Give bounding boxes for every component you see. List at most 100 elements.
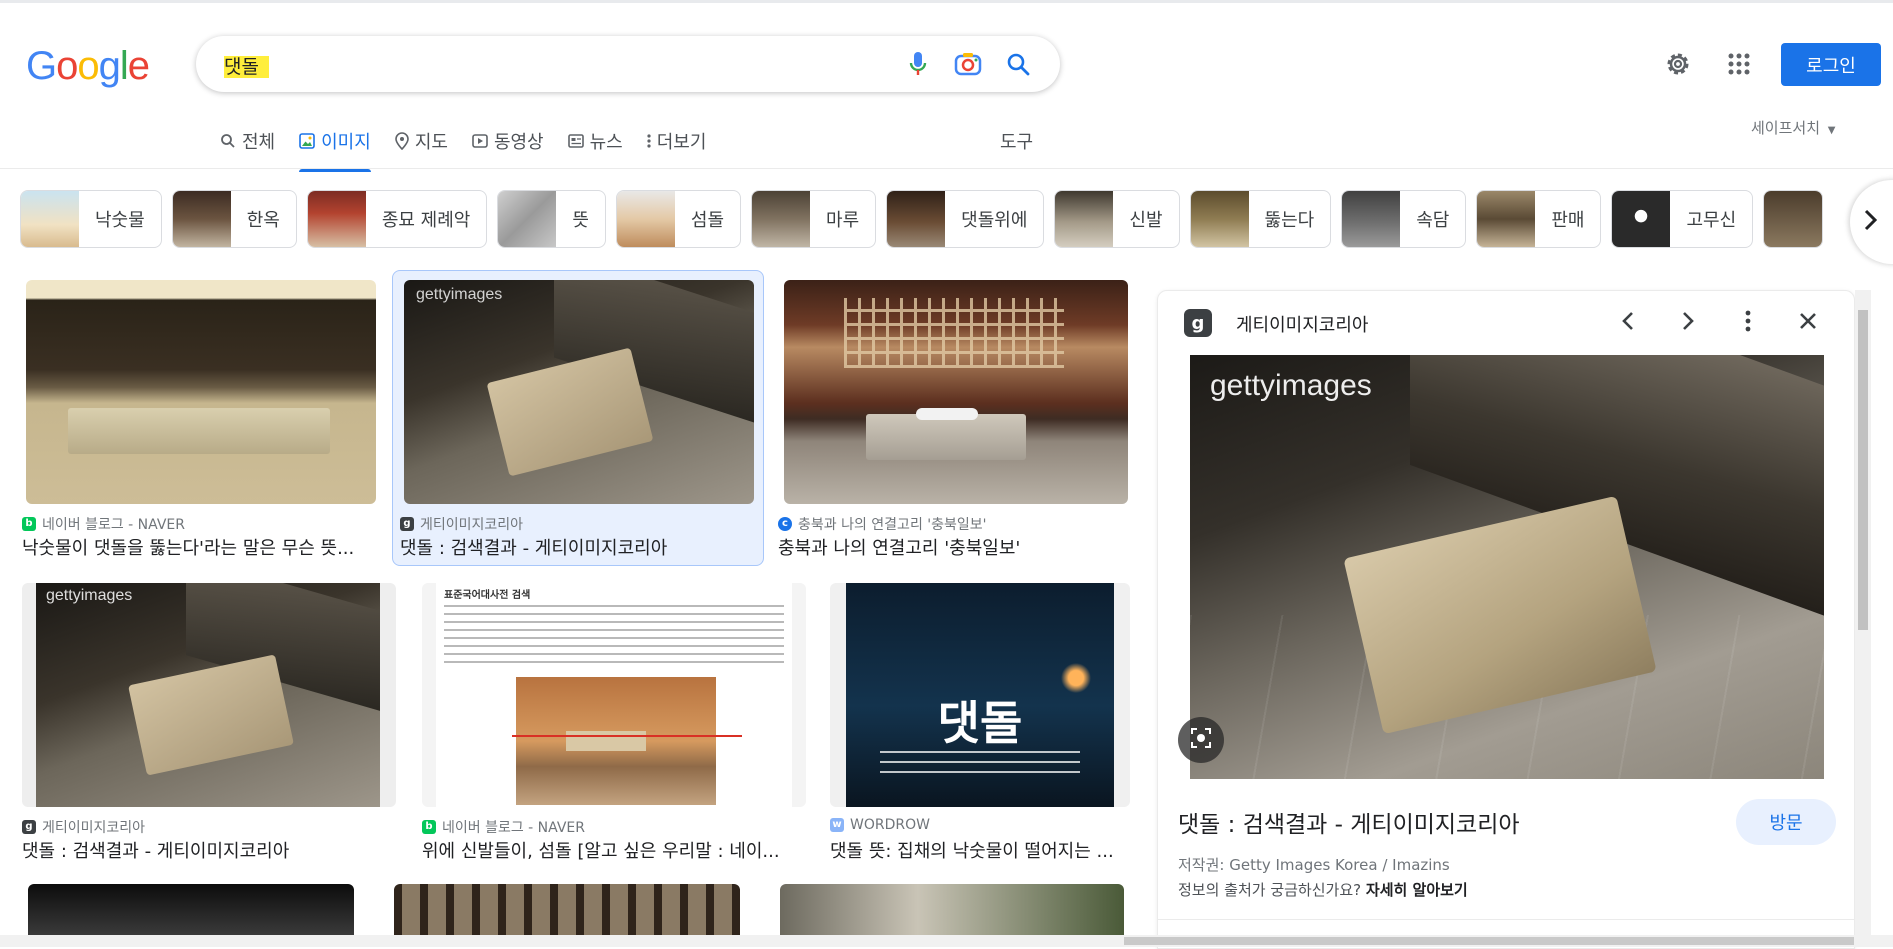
chip-label: 낙숫물 — [95, 210, 145, 231]
chip[interactable]: 신발 — [1054, 190, 1180, 248]
image-result[interactable]: 표준국어대사전 검색 b 네이버 블로그 - NAVER 위에 신발들이, 섬돌 … — [422, 583, 806, 863]
result-thumbnail[interactable]: 표준국어대사전 검색 — [422, 583, 806, 807]
search-box[interactable]: 댓돌 — [196, 36, 1060, 92]
image-result[interactable]: 댓돌 w WORDROW 댓돌 뜻: 집채의 낙숫물이 떨어지는 ... — [830, 583, 1130, 863]
result-source[interactable]: c 충북과 나의 연결고리 '충북일보' — [778, 514, 987, 534]
tab-label: 더보기 — [656, 132, 707, 153]
learn-more-link[interactable]: 자세히 알아보기 — [1366, 881, 1468, 899]
result-source[interactable]: g 게티이미지코리아 — [400, 514, 523, 534]
tab-more[interactable]: 더보기 — [647, 126, 707, 156]
result-thumbnail[interactable]: gettyimages — [404, 280, 754, 504]
safesearch-label: 세이프서치 — [1751, 119, 1821, 137]
image-icon — [299, 133, 315, 149]
image-result[interactable]: gettyimages g 게티이미지코리아 댓돌 : 검색결과 - 게티이미지코… — [400, 280, 756, 560]
text-lines — [444, 605, 784, 667]
panel-title[interactable]: 댓돌 : 검색결과 - 게티이미지코리아 — [1178, 805, 1520, 839]
result-thumbnail[interactable]: 댓돌 — [830, 583, 1130, 807]
chip-label: 섬돌 — [690, 210, 725, 231]
chip[interactable]: 뜻 — [497, 190, 606, 248]
camera-icon[interactable] — [952, 48, 984, 80]
search-icon[interactable] — [1002, 48, 1034, 80]
result-thumbnail[interactable] — [784, 280, 1128, 504]
visit-button[interactable]: 방문 — [1736, 799, 1836, 845]
chip[interactable]: 판매 — [1476, 190, 1602, 248]
chip[interactable]: 고무신 — [1611, 190, 1754, 248]
result-title[interactable]: 충북과 나의 연결고리 '충북일보' — [778, 534, 1128, 560]
watermark: gettyimages — [1210, 369, 1372, 402]
result-thumbnail-partial[interactable] — [394, 884, 740, 936]
preview-image[interactable]: gettyimages — [1190, 355, 1824, 779]
wordrow-icon: w — [830, 818, 844, 832]
prev-button[interactable] — [1610, 305, 1646, 341]
annotation-line — [512, 735, 742, 737]
chip[interactable]: 낙숫물 — [20, 190, 162, 248]
logo-letter: e — [127, 44, 150, 88]
result-thumbnail[interactable] — [26, 280, 376, 504]
result-source[interactable]: w WORDROW — [830, 817, 930, 833]
chip-thumbnail — [887, 191, 946, 247]
result-source[interactable]: b 네이버 블로그 - NAVER — [22, 514, 185, 534]
result-thumbnail-partial[interactable] — [780, 884, 1124, 936]
pin-icon — [395, 132, 409, 150]
horizontal-scrollbar[interactable] — [0, 935, 1893, 947]
result-title[interactable]: 위에 신발들이, 섬돌 [알고 싶은 우리말 : 네이... — [422, 837, 806, 863]
mic-icon[interactable] — [902, 48, 934, 80]
lens-search-button[interactable] — [1178, 717, 1224, 763]
tab-label: 전체 — [242, 132, 276, 153]
tab-maps[interactable]: 지도 — [395, 126, 448, 156]
logo-letter: g — [98, 44, 121, 88]
chip[interactable]: 한옥 — [171, 190, 297, 248]
chip[interactable]: 속담 — [1341, 190, 1467, 248]
chip[interactable] — [1763, 190, 1824, 248]
result-thumbnail-partial[interactable] — [28, 884, 354, 936]
google-logo[interactable]: Google — [26, 44, 150, 89]
chip[interactable]: 종묘 제례악 — [306, 190, 488, 248]
image-result[interactable]: b 네이버 블로그 - NAVER 낙숫물이 댓돌을 뚫는다'라는 말은 무슨 뜻… — [22, 280, 378, 560]
night-lights — [1056, 663, 1096, 693]
scrollbar-thumb[interactable] — [1124, 937, 1854, 945]
chip[interactable]: 마루 — [751, 190, 877, 248]
close-icon — [1799, 312, 1817, 334]
news-site-icon: c — [778, 517, 792, 531]
logo-letter: o — [56, 44, 78, 88]
result-title[interactable]: 댓돌 뜻: 집채의 낙숫물이 떨어지는 ... — [830, 837, 1130, 863]
watermark: gettyimages — [46, 587, 133, 604]
result-source[interactable]: b 네이버 블로그 - NAVER — [422, 817, 585, 837]
result-source[interactable]: g 게티이미지코리아 — [22, 817, 145, 837]
result-thumbnail[interactable]: gettyimages — [22, 583, 396, 807]
stone-block — [128, 654, 294, 776]
login-button[interactable]: 로그인 — [1781, 43, 1881, 86]
poster: 댓돌 — [846, 583, 1114, 807]
chip-thumbnail — [307, 191, 366, 247]
panel-scrollbar[interactable] — [1855, 290, 1871, 947]
tools-button[interactable]: 도구 — [1000, 128, 1033, 154]
chips-next-button[interactable] — [1850, 180, 1893, 264]
apps-icon[interactable] — [1721, 46, 1757, 82]
close-button[interactable] — [1790, 305, 1826, 341]
more-options-button[interactable] — [1730, 305, 1766, 341]
search-input[interactable]: 댓돌 — [224, 52, 269, 79]
result-title[interactable]: 댓돌 : 검색결과 - 게티이미지코리아 — [400, 534, 750, 560]
scrollbar-thumb[interactable] — [1858, 310, 1868, 630]
gear-icon[interactable] — [1660, 46, 1696, 82]
image-result[interactable]: gettyimages g 게티이미지코리아 댓돌 : 검색결과 - 게티이미지코… — [22, 583, 402, 863]
search-query-text: 댓돌 — [224, 56, 269, 78]
tab-news[interactable]: 뉴스 — [567, 126, 623, 156]
tab-videos[interactable]: 동영상 — [472, 126, 544, 156]
chip[interactable]: 댓돌위에 — [886, 190, 1045, 248]
image-result[interactable]: c 충북과 나의 연결고리 '충북일보' 충북과 나의 연결고리 '충북일보' — [778, 280, 1134, 560]
chip-thumbnail — [172, 191, 231, 247]
search-icon — [220, 133, 236, 149]
panel-source[interactable]: 게티이미지코리아 — [1236, 311, 1368, 337]
result-title[interactable]: 댓돌 : 검색결과 - 게티이미지코리아 — [22, 837, 396, 863]
chip[interactable]: 섬돌 — [615, 190, 742, 248]
next-button[interactable] — [1670, 305, 1706, 341]
tab-images[interactable]: 이미지 — [299, 126, 371, 172]
header-divider — [0, 168, 1893, 169]
safesearch-menu[interactable]: 세이프서치 ▼ — [1751, 117, 1836, 138]
chip-thumbnail — [1477, 191, 1536, 247]
lens-icon — [1189, 726, 1213, 754]
result-title[interactable]: 낙숫물이 댓돌을 뚫는다'라는 말은 무슨 뜻... — [22, 534, 372, 560]
chip[interactable]: 뚫는다 — [1189, 190, 1332, 248]
tab-all[interactable]: 전체 — [220, 126, 275, 156]
